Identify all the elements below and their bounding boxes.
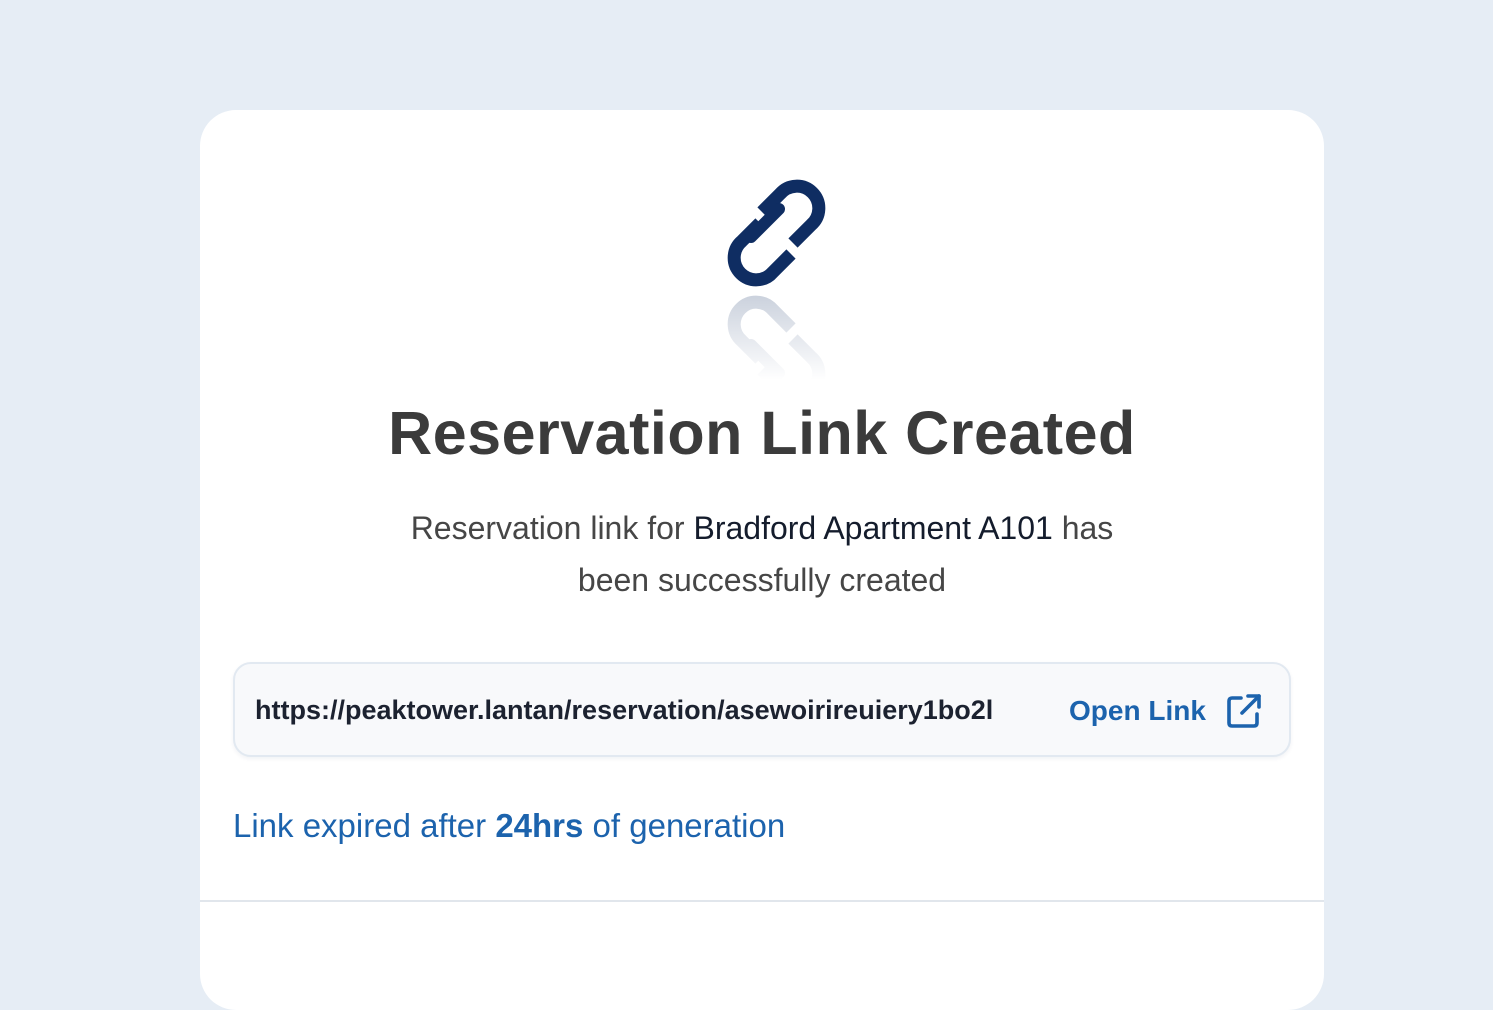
- message-prefix: Reservation link for: [410, 510, 685, 546]
- dialog-message: Reservation link for Bradford Apartment …: [362, 502, 1162, 606]
- expiry-note: Link expired after 24hrs of generation: [233, 807, 785, 845]
- message-suffix: has: [1061, 510, 1114, 546]
- external-link-icon: [1227, 694, 1261, 728]
- expiry-suffix: of generation: [592, 807, 786, 844]
- message-line2: been successfully created: [577, 562, 947, 598]
- expiry-duration: 24hrs: [495, 807, 584, 844]
- reservation-link-dialog: Reservation Link Created Reservation lin…: [200, 110, 1324, 1010]
- expiry-prefix: Link expired after: [233, 807, 487, 844]
- link-icon: [698, 160, 830, 380]
- divider: [200, 900, 1324, 902]
- open-link-label: Open Link: [1069, 695, 1206, 726]
- open-link-button[interactable]: Open Link: [1069, 691, 1264, 731]
- reservation-url[interactable]: https://peaktower.lantan/reservation/ase…: [255, 695, 993, 726]
- reservation-link-box: https://peaktower.lantan/reservation/ase…: [233, 662, 1291, 757]
- property-name: Bradford Apartment A101: [693, 510, 1053, 546]
- dialog-title: Reservation Link Created: [388, 399, 1136, 467]
